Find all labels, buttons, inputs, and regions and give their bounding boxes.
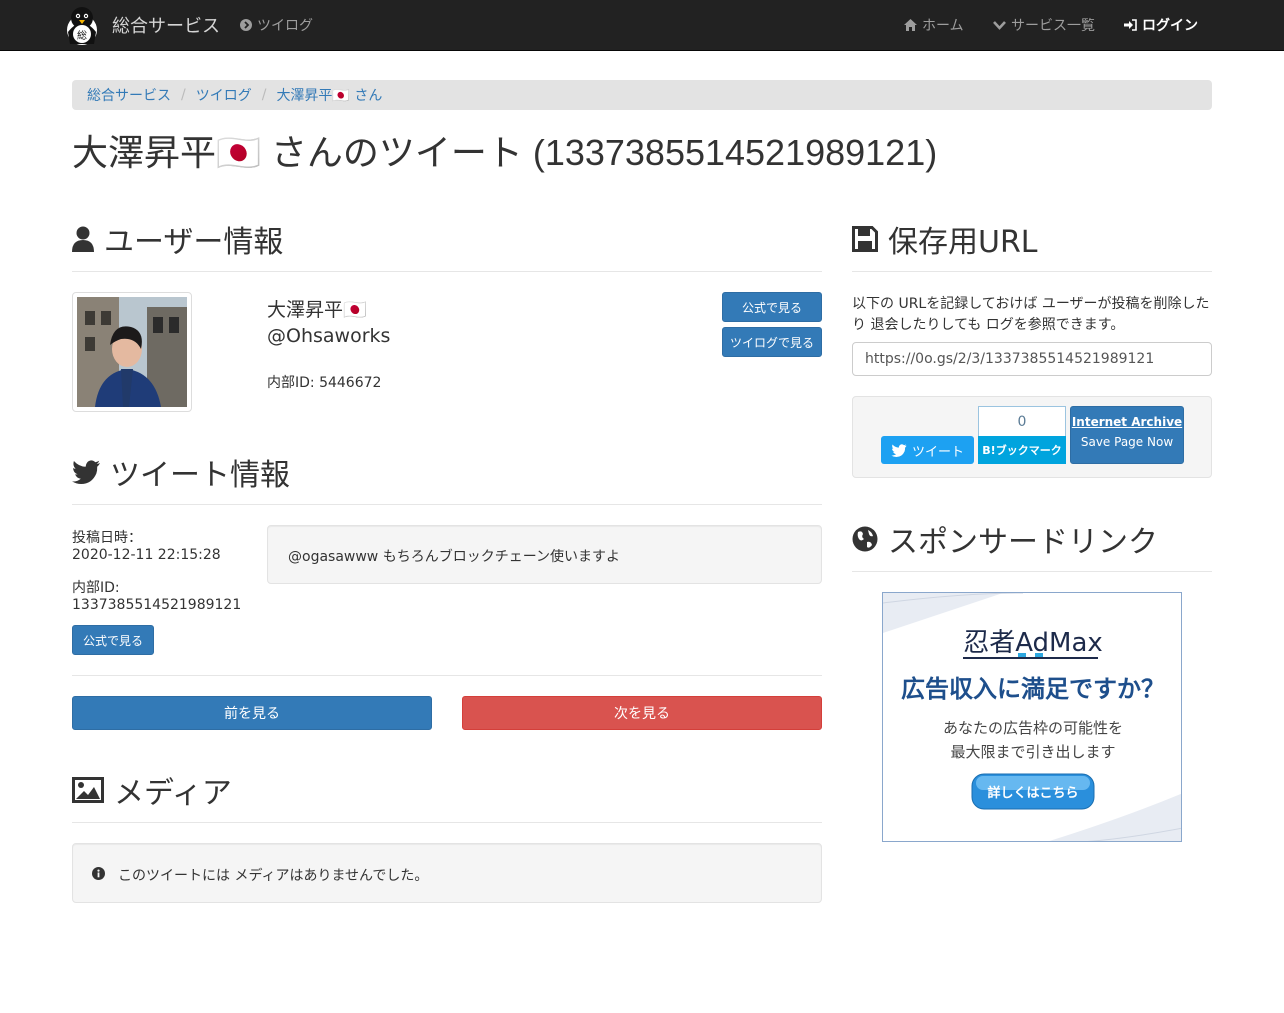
posted-value: 2020-12-11 22:15:28: [72, 547, 221, 563]
nav-home[interactable]: ホーム: [904, 0, 964, 50]
divider: [72, 271, 822, 272]
prev-button[interactable]: 前を見る: [72, 696, 432, 730]
info-circle-icon: [92, 867, 105, 880]
divider: [72, 504, 822, 505]
breadcrumb-separator: /: [181, 87, 186, 103]
save-url-heading: 保存用URL: [852, 217, 1038, 261]
user-info-heading-label: ユーザー情報: [104, 225, 284, 260]
ad-brand: 忍者AdMax: [963, 628, 1103, 658]
user-avatar-photo: [77, 297, 187, 407]
tweet-share-label: ツイート: [911, 444, 964, 460]
page-title: 大澤昇平🇯🇵 さんのツイート (1337385514521989121): [72, 132, 938, 173]
tweet-official-button[interactable]: 公式で見る: [72, 625, 154, 655]
save-url-description-2: り 退会したりしても ログを参照できます。: [852, 317, 1125, 333]
penguin-logo-icon: 総: [67, 7, 97, 45]
breadcrumb-item-twilog[interactable]: ツイログ: [196, 85, 252, 105]
save-url-description-1: 以下の URLを記録しておけば ユーザーが投稿を削除した: [852, 296, 1210, 312]
sponsor-heading: スポンサードリンク: [852, 517, 1158, 561]
brand-link[interactable]: 総 総合サービス: [61, 3, 220, 47]
media-heading-label: メディア: [114, 776, 232, 811]
media-empty-well: このツイートには メディアはありませんでした。: [72, 843, 822, 903]
tweet-id-label: 内部ID:: [72, 580, 120, 596]
internet-archive-title: Internet Archive: [1071, 415, 1183, 429]
tweet-text: @ogasawww もちろんブロックチェーン使いますよ: [288, 549, 621, 565]
nav-services-label: サービス一覧: [1011, 18, 1095, 34]
share-panel: ツイート 0 B!ブックマーク Internet Archive Save Pa…: [852, 396, 1212, 478]
tweet-text-well: @ogasawww もちろんブロックチェーン使いますよ: [267, 525, 822, 584]
nav-services[interactable]: サービス一覧: [993, 0, 1095, 50]
tweet-info-heading: ツイート情報: [72, 450, 290, 494]
divider: [852, 271, 1212, 272]
media-heading: メディア: [72, 768, 232, 812]
media-empty-message: このツイートには メディアはありませんでした。: [118, 868, 429, 884]
user-twilog-button[interactable]: ツイログで見る: [722, 327, 822, 357]
hatena-bookmark-button[interactable]: B!ブックマーク: [978, 436, 1066, 464]
globe-icon: [852, 526, 878, 552]
tweet-id-value: 1337385514521989121: [72, 597, 242, 613]
ad-button: 詳しくはこちら: [987, 785, 1078, 801]
nav-twilog-label: ツイログ: [257, 18, 313, 34]
nav-home-label: ホーム: [922, 18, 964, 34]
save-url-input[interactable]: https://0o.gs/2/3/1337385514521989121: [852, 342, 1212, 376]
ad-body-2: 最大限まで引き出します: [950, 743, 1115, 761]
twitter-icon: [72, 460, 100, 484]
user-info-heading: ユーザー情報: [72, 217, 283, 261]
nav-login-label: ログイン: [1142, 18, 1198, 34]
chevron-down-icon: [993, 21, 1006, 30]
sponsored-ad-banner[interactable]: 忍者AdMax 広告収入に満足ですか？ あなたの広告枠の可能性を 最大限まで引き…: [882, 592, 1182, 842]
divider: [72, 675, 822, 676]
breadcrumb-separator: /: [261, 87, 267, 103]
tweet-info-heading-label: ツイート情報: [110, 458, 290, 493]
user-official-button[interactable]: 公式で見る: [722, 292, 822, 322]
twitter-bird-icon: [891, 443, 907, 457]
posted-label: 投稿日時：: [72, 530, 142, 546]
avatar: [72, 292, 192, 412]
user-handle: @Ohsaworks: [267, 325, 391, 347]
breadcrumb: 総合サービス / ツイログ / 大澤昇平🇯🇵 さん: [72, 80, 1212, 110]
save-icon: [852, 226, 878, 252]
breadcrumb-item-user[interactable]: 大澤昇平🇯🇵 さん: [276, 85, 382, 105]
internet-archive-button[interactable]: Internet Archive Save Page Now: [1070, 406, 1184, 464]
navbar: 総 総合サービス ツイログ ホーム サービス一覧 ログイン: [0, 0, 1284, 51]
home-icon: [904, 19, 917, 31]
divider: [72, 822, 822, 823]
save-url-heading-label: 保存用URL: [888, 225, 1038, 260]
ad-banner-graphic: 忍者AdMax 広告収入に満足ですか？ あなたの広告枠の可能性を 最大限まで引き…: [883, 593, 1181, 841]
ad-body-1: あなたの広告枠の可能性を: [943, 719, 1123, 737]
svg-text:総: 総: [77, 29, 87, 42]
tweet-share-button[interactable]: ツイート: [881, 436, 974, 464]
internet-archive-sub: Save Page Now: [1080, 435, 1174, 449]
user-internal-id: 内部ID: 5446672: [267, 375, 382, 391]
nav-login[interactable]: ログイン: [1124, 0, 1198, 50]
breadcrumb-item-home[interactable]: 総合サービス: [87, 85, 171, 105]
user-name: 大澤昇平🇯🇵: [267, 299, 367, 321]
sponsor-heading-label: スポンサードリンク: [888, 525, 1158, 560]
divider: [852, 571, 1212, 572]
picture-icon: [72, 777, 104, 803]
brand-text: 総合サービス: [112, 16, 220, 37]
user-icon: [72, 226, 94, 252]
next-button[interactable]: 次を見る: [462, 696, 822, 730]
sign-in-icon: [1124, 19, 1137, 31]
ad-headline: 広告収入に満足ですか？: [901, 675, 1165, 703]
chevron-circle-right-icon: [240, 19, 252, 31]
nav-twilog[interactable]: ツイログ: [240, 0, 313, 50]
hatena-count: 0: [978, 406, 1066, 436]
